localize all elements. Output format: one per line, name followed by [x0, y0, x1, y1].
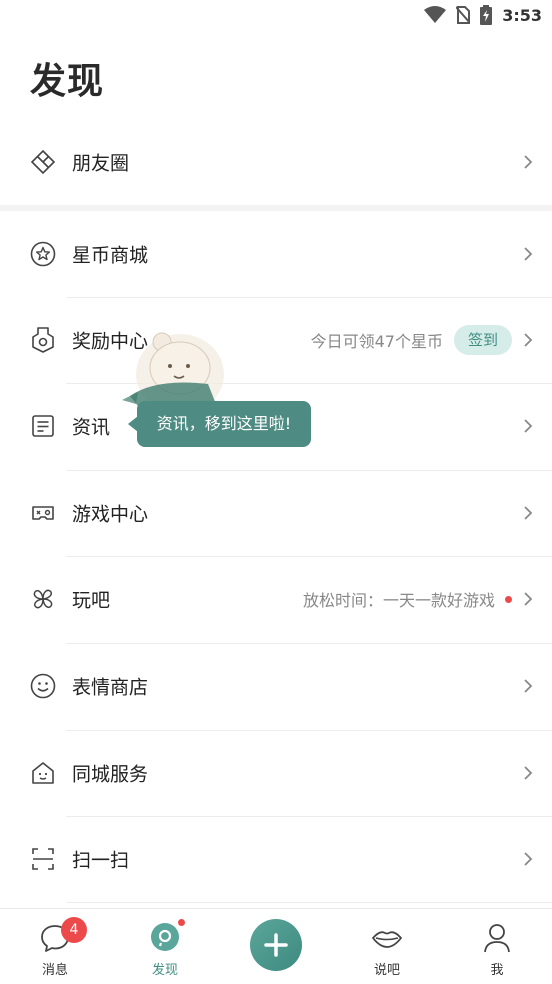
row-divider — [66, 902, 552, 903]
gamepad-icon — [32, 506, 54, 520]
status-bar: 3:53 — [0, 0, 552, 32]
menu-item-label: 玩吧 — [72, 589, 111, 612]
new-dot — [178, 919, 185, 926]
tab-discover[interactable]: 发现 — [110, 909, 220, 984]
news-icon — [32, 415, 54, 437]
chevron-right-icon — [524, 333, 533, 347]
menu-item-moments[interactable]: 朋友圈 — [0, 119, 552, 205]
reward-medal-icon — [32, 327, 54, 353]
scan-icon — [32, 848, 54, 870]
menu-item-scan[interactable]: 扫一扫 — [0, 816, 552, 902]
menu-item-label: 表情商店 — [72, 676, 149, 699]
reward-hint: 今日可领47个星币 — [310, 332, 443, 351]
battery-icon — [480, 5, 493, 25]
menu-item-game-center[interactable]: 游戏中心 — [0, 470, 552, 556]
no-sim-icon — [456, 6, 471, 24]
menu-item-stickers[interactable]: 表情商店 — [0, 643, 552, 729]
menu-item-play[interactable]: 玩吧 放松时间：一天一款好游戏 — [0, 556, 552, 642]
tab-label: 发现 — [151, 963, 178, 978]
tab-messages[interactable]: 4 消息 — [0, 909, 110, 984]
tab-talk[interactable]: 说吧 — [332, 909, 442, 984]
news-moved-tooltip[interactable]: 资讯，移到这里啦! — [137, 401, 311, 447]
discover-icon — [151, 923, 179, 951]
new-dot — [505, 596, 512, 603]
create-button[interactable] — [250, 919, 302, 971]
menu-item-label: 朋友圈 — [72, 152, 130, 175]
menu-item-label: 游戏中心 — [72, 503, 149, 526]
menu-item-label: 星币商城 — [72, 244, 149, 267]
tab-label: 消息 — [41, 963, 68, 978]
page-title: 发现 — [30, 60, 105, 102]
sign-in-button[interactable]: 签到 — [454, 325, 512, 355]
menu-item-star-mall[interactable]: 星币商城 — [0, 211, 552, 297]
wifi-icon — [424, 6, 447, 23]
house-icon — [32, 762, 54, 784]
bottom-tab-bar: 4 消息 发现 说吧 我 — [0, 908, 552, 984]
plus-icon — [264, 933, 288, 957]
chevron-right-icon — [524, 506, 533, 520]
pinwheel-icon — [33, 589, 53, 609]
menu-item-label: 扫一扫 — [72, 849, 130, 872]
person-icon — [484, 924, 510, 953]
lips-icon — [372, 931, 402, 948]
chevron-right-icon — [524, 852, 533, 866]
menu-item-rewards[interactable]: 奖励中心 今日可领47个星币 签到 — [0, 297, 552, 383]
unread-badge: 4 — [61, 917, 87, 943]
chevron-right-icon — [524, 247, 533, 261]
tab-label: 我 — [490, 963, 504, 978]
smiley-icon — [30, 673, 56, 699]
menu-item-local-service[interactable]: 同城服务 — [0, 730, 552, 816]
tab-me[interactable]: 我 — [442, 909, 552, 984]
status-time: 3:53 — [502, 5, 542, 25]
menu-item-label: 同城服务 — [72, 763, 149, 786]
chevron-right-icon — [524, 592, 533, 606]
chevron-right-icon — [524, 766, 533, 780]
star-icon — [30, 241, 56, 267]
chevron-right-icon — [524, 419, 533, 433]
chevron-right-icon — [524, 155, 533, 169]
play-hint: 放松时间：一天一款好游戏 — [302, 591, 495, 610]
tab-label: 说吧 — [373, 963, 400, 978]
menu-item-label: 资讯 — [72, 416, 111, 439]
moments-icon — [30, 149, 56, 175]
chevron-right-icon — [524, 679, 533, 693]
